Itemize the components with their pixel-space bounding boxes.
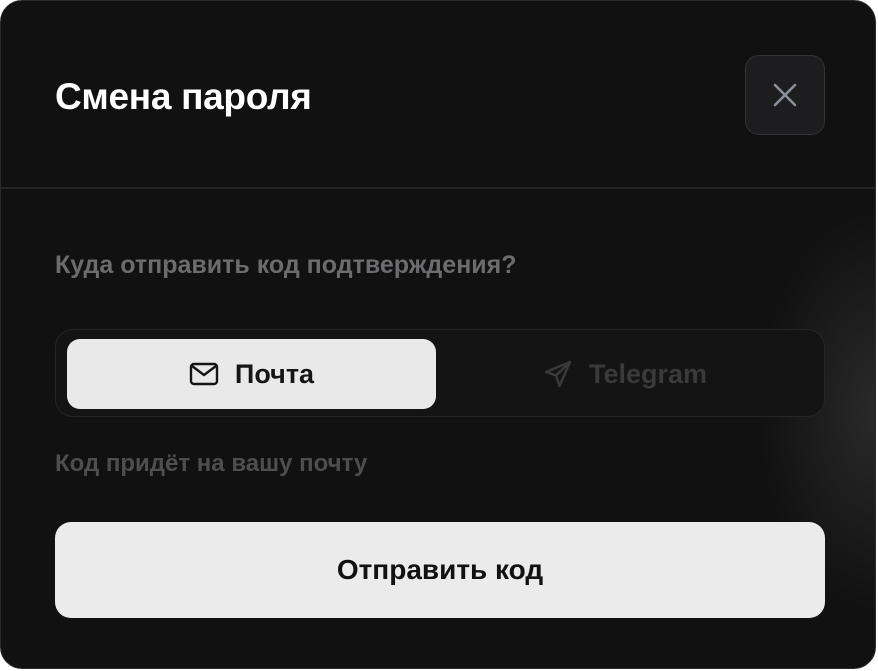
channel-option-email[interactable]: Почта <box>67 339 436 409</box>
send-code-button[interactable]: Отправить код <box>55 522 825 618</box>
channel-option-telegram[interactable]: Telegram <box>436 339 814 409</box>
send-icon <box>543 359 573 389</box>
delivery-question: Куда отправить код подтверждения? <box>55 251 517 279</box>
channel-option-email-label: Почта <box>234 358 315 389</box>
change-password-dialog: Смена пароля Куда отправить код подтверж… <box>0 0 876 669</box>
channel-selector: Почта Telegram <box>55 329 825 417</box>
close-button[interactable] <box>745 55 825 135</box>
close-icon <box>771 81 799 109</box>
channel-option-telegram-label: Telegram <box>588 358 708 389</box>
header-divider <box>1 187 875 189</box>
mail-icon <box>189 362 219 386</box>
dialog-title: Смена пароля <box>55 76 312 117</box>
delivery-hint: Код придёт на вашу почту <box>55 450 368 477</box>
